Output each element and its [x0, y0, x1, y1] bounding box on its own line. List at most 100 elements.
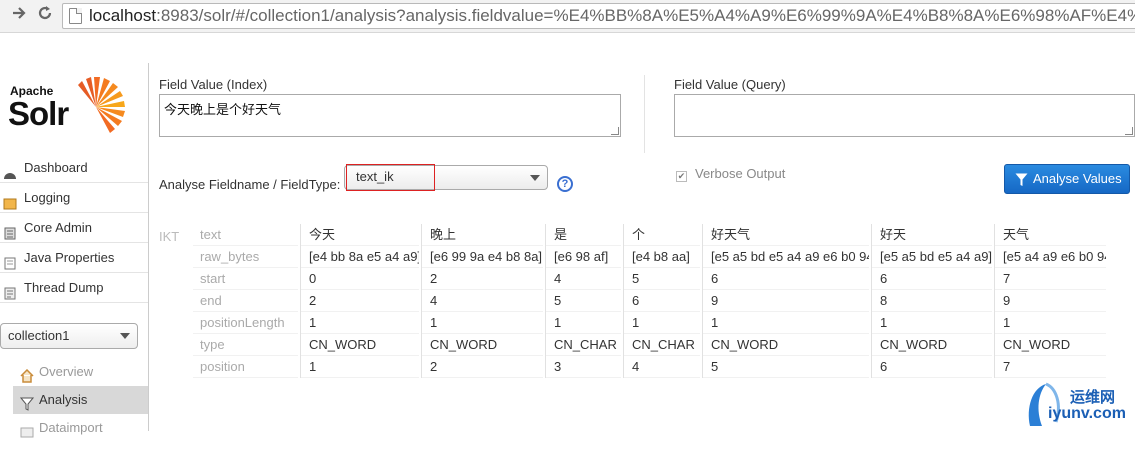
token-text: 晚上 [422, 224, 543, 246]
analyse-values-label: Analyse Values [1033, 171, 1122, 186]
token-text: 今天 [301, 224, 419, 246]
token-position: 7 [995, 356, 1106, 378]
token-text: 天气 [995, 224, 1106, 246]
collection-select-value: collection1 [8, 328, 70, 343]
watermark: 运维网 iyunv.com [1022, 378, 1135, 431]
token-position-length: 1 [422, 312, 543, 334]
browser-toolbar: localhost:8983/solr/#/collection1/analys… [0, 0, 1135, 33]
token-position: 6 [872, 356, 992, 378]
attribute-raw-bytes: raw_bytes [193, 246, 298, 268]
menu-item-dashboard[interactable]: Dashboard [0, 153, 149, 183]
token-text: 好天 [872, 224, 992, 246]
dataimport-icon [20, 421, 34, 438]
chevron-down-icon [530, 175, 540, 181]
token-start: 5 [624, 268, 700, 290]
attribute-type: type [193, 334, 298, 356]
sub-item-overview[interactable]: Overview [13, 358, 149, 386]
token-position: 5 [703, 356, 869, 378]
token-type: CN_WORD [301, 334, 419, 356]
token-start: 7 [995, 268, 1106, 290]
menu-item-label: Thread Dump [24, 280, 104, 295]
token-start: 2 [422, 268, 543, 290]
token-type: CN_CHAR [624, 334, 700, 356]
chevron-down-icon [120, 333, 130, 339]
token-position-length: 1 [624, 312, 700, 334]
logging-icon [3, 191, 17, 210]
fieldtype-label: Analyse Fieldname / FieldType: [159, 177, 341, 192]
field-divider [644, 75, 645, 153]
attribute-position-length: positionLength [193, 312, 298, 334]
attribute-text: text [193, 224, 298, 246]
token-start: 4 [546, 268, 621, 290]
token-end: 9 [995, 290, 1106, 312]
token-position: 3 [546, 356, 621, 378]
token-text: 好天气 [703, 224, 869, 246]
menu-item-thread-dump[interactable]: Thread Dump [0, 273, 149, 303]
address-bar[interactable]: localhost:8983/solr/#/collection1/analys… [62, 3, 1135, 29]
sub-item-analysis[interactable]: Analysis [13, 386, 149, 414]
analyse-values-button[interactable]: Analyse Values [1004, 164, 1130, 194]
token-position-length: 1 [301, 312, 419, 334]
tokenizer-name: IKT [159, 229, 180, 244]
java-properties-icon [3, 251, 17, 270]
field-value-query-input[interactable] [674, 94, 1135, 137]
token-end: 8 [872, 290, 992, 312]
token-raw-bytes: [e5 a5 bd e5 a4 a9 e6 b0 94] [703, 246, 869, 268]
token-start: 0 [301, 268, 419, 290]
fieldtype-select-value: text_ik [356, 169, 394, 184]
watermark-text: 运维网 [1070, 389, 1116, 406]
sidebar: Apache Solr Dashboard Logging Core Admin… [0, 33, 149, 438]
main-menu: Dashboard Logging Core Admin Java Proper… [0, 153, 149, 303]
resize-handle-icon[interactable] [1125, 127, 1133, 135]
menu-item-java-properties[interactable]: Java Properties [0, 243, 149, 273]
token-position-length: 1 [995, 312, 1106, 334]
token-raw-bytes: [e4 b8 aa] [624, 246, 700, 268]
token-column: 今天 [e4 bb 8a e5 a4 a9] 0 2 1 CN_WORD 1 [300, 224, 419, 378]
help-icon[interactable]: ? [557, 176, 573, 192]
url-text: localhost:8983/solr/#/collection1/analys… [89, 6, 1135, 25]
reload-icon[interactable] [33, 4, 57, 28]
solr-logo[interactable]: Apache Solr [8, 73, 133, 139]
token-end: 4 [422, 290, 543, 312]
token-column: 是 [e6 98 af] 4 5 1 CN_CHAR 3 [545, 224, 621, 378]
token-raw-bytes: [e4 bb 8a e5 a4 a9] [301, 246, 419, 268]
token-column: 个 [e4 b8 aa] 5 6 1 CN_CHAR 4 [623, 224, 700, 378]
sub-item-label: Dataimport [39, 420, 103, 435]
field-value-index-input[interactable]: 今天晚上是个好天气 [159, 94, 621, 137]
watermark-domain: iyunv.com [1048, 405, 1126, 422]
forward-arrow-icon[interactable] [7, 4, 31, 28]
attribute-names: text raw_bytes start end positionLength … [193, 224, 298, 378]
thread-dump-icon [3, 281, 17, 300]
token-start: 6 [872, 268, 992, 290]
verbose-output-checkbox[interactable]: ✔ Verbose Output [676, 166, 785, 182]
token-text: 个 [624, 224, 700, 246]
token-column: 好天 [e5 a5 bd e5 a4 a9] 6 8 1 CN_WORD 6 [871, 224, 992, 378]
sidebar-divider [148, 63, 149, 431]
menu-item-core-admin[interactable]: Core Admin [0, 213, 149, 243]
token-end: 9 [703, 290, 869, 312]
sub-item-label: Analysis [39, 392, 88, 407]
attribute-end: end [193, 290, 298, 312]
menu-item-logging[interactable]: Logging [0, 183, 149, 213]
sub-item-label: Overview [39, 364, 94, 379]
menu-item-label: Java Properties [24, 250, 115, 265]
verbose-output-label: Verbose Output [695, 166, 786, 181]
token-raw-bytes: [e6 98 af] [546, 246, 621, 268]
resize-handle-icon[interactable] [611, 127, 619, 135]
attribute-position: position [193, 356, 298, 378]
filter-icon [1015, 173, 1028, 186]
token-raw-bytes: [e6 99 9a e4 b8 8a] [422, 246, 543, 268]
token-text: 是 [546, 224, 621, 246]
token-type: CN_WORD [995, 334, 1106, 356]
field-value-index-text: 今天晚上是个好天气 [164, 102, 282, 117]
token-start: 6 [703, 268, 869, 290]
collection-select[interactable]: collection1 [0, 323, 138, 349]
collection-menu: Overview Analysis Dataimport [13, 358, 149, 442]
token-end: 5 [546, 290, 621, 312]
sub-item-dataimport[interactable]: Dataimport [13, 414, 149, 442]
field-value-index-label: Field Value (Index) [159, 77, 268, 92]
token-end: 2 [301, 290, 419, 312]
core-admin-icon [3, 221, 17, 240]
filter-icon [19, 393, 35, 411]
token-position: 1 [301, 356, 419, 378]
